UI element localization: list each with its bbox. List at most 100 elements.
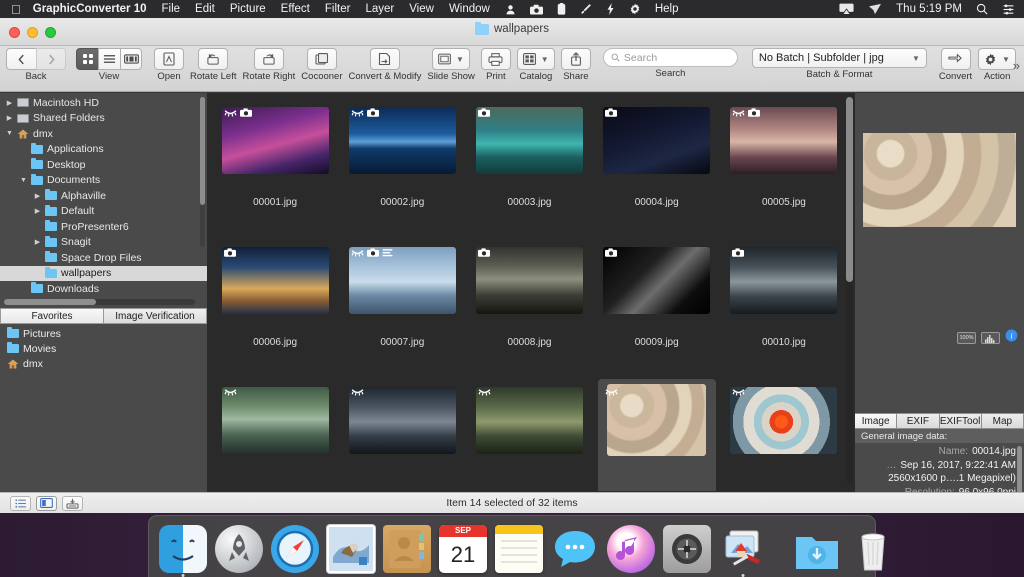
tree-item-wallpapers[interactable]: wallpapers (0, 265, 207, 281)
dock-item-finder[interactable] (159, 525, 207, 577)
thumbnail-image[interactable] (476, 106, 583, 174)
menu-item-file[interactable]: File (162, 3, 181, 15)
thumbnail-cell[interactable]: 00004.jpg (598, 99, 716, 239)
tree-item-macintosh-hd[interactable]: ▶ Macintosh HD (0, 95, 207, 111)
menu-item-window[interactable]: Window (449, 3, 490, 15)
info-icon[interactable]: i (1005, 329, 1018, 347)
favorite-item-movies[interactable]: Movies (0, 341, 207, 356)
thumbnail-image-wrap[interactable] (347, 245, 458, 315)
dock-item-calendar[interactable]: SEP 21 (439, 525, 487, 573)
catalog-button[interactable]: ▼ (516, 48, 555, 70)
menu-item-effect[interactable]: Effect (281, 3, 310, 15)
menu-item-help[interactable]: Help (655, 3, 679, 15)
dock-item-graphicconverter[interactable] (719, 525, 767, 577)
thumbnail-cell[interactable]: 00001.jpg (216, 99, 334, 239)
action-button[interactable]: ▼ (978, 48, 1017, 70)
thumbnail-image-wrap[interactable] (601, 245, 712, 315)
tree-horizontal-scrollbar[interactable] (4, 299, 195, 305)
search-icon[interactable] (976, 3, 988, 15)
convert-button[interactable] (940, 48, 971, 70)
thumbnail-image-wrap[interactable] (474, 245, 585, 315)
image-preview[interactable] (863, 133, 1016, 227)
disclosure-triangle-icon[interactable]: ▼ (4, 130, 15, 137)
thumbnail-cell[interactable]: 00003.jpg (470, 99, 588, 239)
dock-item-mail[interactable] (327, 525, 375, 573)
thumbnail-image-wrap[interactable] (220, 105, 331, 175)
tab-favorites[interactable]: Favorites (0, 308, 104, 324)
thumbnail-image-wrap[interactable] (474, 105, 585, 175)
tab-image-verification[interactable]: Image Verification (104, 308, 207, 324)
dock-item-downloads-folder[interactable] (793, 525, 841, 573)
tree-item-desktop[interactable]: Desktop (0, 157, 207, 173)
rotate-left-button[interactable] (198, 48, 229, 70)
grid-scrollbar[interactable] (846, 97, 853, 483)
disclosure-triangle-icon[interactable]: ▶ (4, 114, 15, 122)
open-button[interactable] (154, 48, 184, 70)
tree-item-propresenter6[interactable]: ProPresenter6 (0, 219, 207, 235)
thumbnail-image-wrap[interactable] (347, 385, 458, 455)
thumbnail-cell[interactable]: 00010.jpg (725, 239, 843, 379)
dock-item-safari[interactable] (271, 525, 319, 573)
thumbnail-image-wrap[interactable] (347, 105, 458, 175)
cocooner-button[interactable] (306, 48, 337, 70)
rotate-right-button[interactable] (253, 48, 284, 70)
chevron-down-icon[interactable]: ▼ (912, 54, 920, 63)
convert-modify-button[interactable] (369, 48, 400, 70)
thumbnail-image[interactable] (476, 246, 583, 314)
thumbnail-image[interactable] (476, 386, 583, 454)
menu-item-layer[interactable]: Layer (365, 3, 394, 15)
tree-item-dmx[interactable]: ▼ dmx (0, 126, 207, 142)
menu-item-edit[interactable]: Edit (195, 3, 215, 15)
chevron-down-icon[interactable]: ▼ (1002, 55, 1010, 64)
bolt-icon[interactable] (606, 3, 615, 15)
thumbnail-image[interactable] (730, 386, 838, 454)
tree-item-applications[interactable]: Applications (0, 142, 207, 158)
thumbnail-image[interactable] (730, 246, 838, 314)
thumbnail-cell[interactable]: 00005.jpg (725, 99, 843, 239)
thumbnail-image-wrap[interactable] (601, 105, 712, 175)
dock-item-launchpad[interactable] (215, 525, 263, 573)
search-input[interactable]: Search (602, 48, 738, 67)
chevron-down-icon[interactable]: ▼ (456, 55, 464, 64)
tab-map[interactable]: Map (981, 413, 1024, 429)
wifi-icon[interactable] (868, 3, 882, 15)
disclosure-triangle-icon[interactable]: ▶ (32, 192, 43, 200)
share-button[interactable] (560, 48, 591, 70)
thumbnail-image-wrap[interactable] (728, 245, 839, 315)
batch-format-popup[interactable]: No Batch | Subfolder | jpg ▼ (751, 48, 927, 68)
tab-exiftool[interactable]: EXIFTool (939, 413, 982, 429)
thumbnail-cell[interactable]: 00009.jpg (598, 239, 716, 379)
view-mode-column-icon[interactable] (120, 48, 142, 70)
user-icon[interactable] (505, 4, 516, 15)
print-button[interactable] (480, 48, 511, 70)
thumbnail-image-wrap[interactable] (220, 385, 331, 455)
thumbnail-image[interactable] (607, 384, 707, 456)
thumbnail-image-wrap[interactable] (474, 385, 585, 455)
forward-button[interactable] (36, 48, 66, 70)
tree-item-shared-folders[interactable]: ▶ Shared Folders (0, 111, 207, 127)
dock-item-contacts[interactable] (383, 525, 431, 573)
thumbnail-image[interactable] (221, 386, 329, 454)
histogram-100-icon[interactable]: 100% (957, 332, 976, 344)
tree-item-downloads[interactable]: Downloads (0, 281, 207, 297)
thumbnail-image-wrap[interactable] (728, 385, 839, 455)
tree-item-documents[interactable]: ▼ Documents (0, 173, 207, 189)
menu-app-name[interactable]: GraphicConverter 10 (33, 3, 147, 15)
favorite-item-pictures[interactable]: Pictures (0, 326, 207, 341)
dock-item-trash[interactable] (849, 525, 897, 573)
gear-icon[interactable] (629, 3, 641, 15)
dock-item-system-preferences[interactable] (663, 525, 711, 573)
dock-item-notes[interactable] (495, 525, 543, 573)
menu-item-filter[interactable]: Filter (325, 3, 351, 15)
thumbnail-image-wrap[interactable] (220, 245, 331, 315)
view-mode-list-icon[interactable] (98, 48, 120, 70)
tree-item-snagit[interactable]: ▶ Snagit (0, 235, 207, 251)
disclosure-triangle-icon[interactable]: ▼ (18, 177, 29, 184)
disclosure-triangle-icon[interactable]: ▶ (32, 238, 43, 246)
clipboard-icon[interactable] (557, 3, 566, 15)
histogram-icon[interactable] (981, 332, 1000, 344)
menu-item-view[interactable]: View (409, 3, 434, 15)
airplay-icon[interactable] (839, 3, 854, 15)
chevron-down-icon[interactable]: ▼ (541, 55, 549, 64)
disclosure-triangle-icon[interactable]: ▶ (4, 99, 15, 107)
